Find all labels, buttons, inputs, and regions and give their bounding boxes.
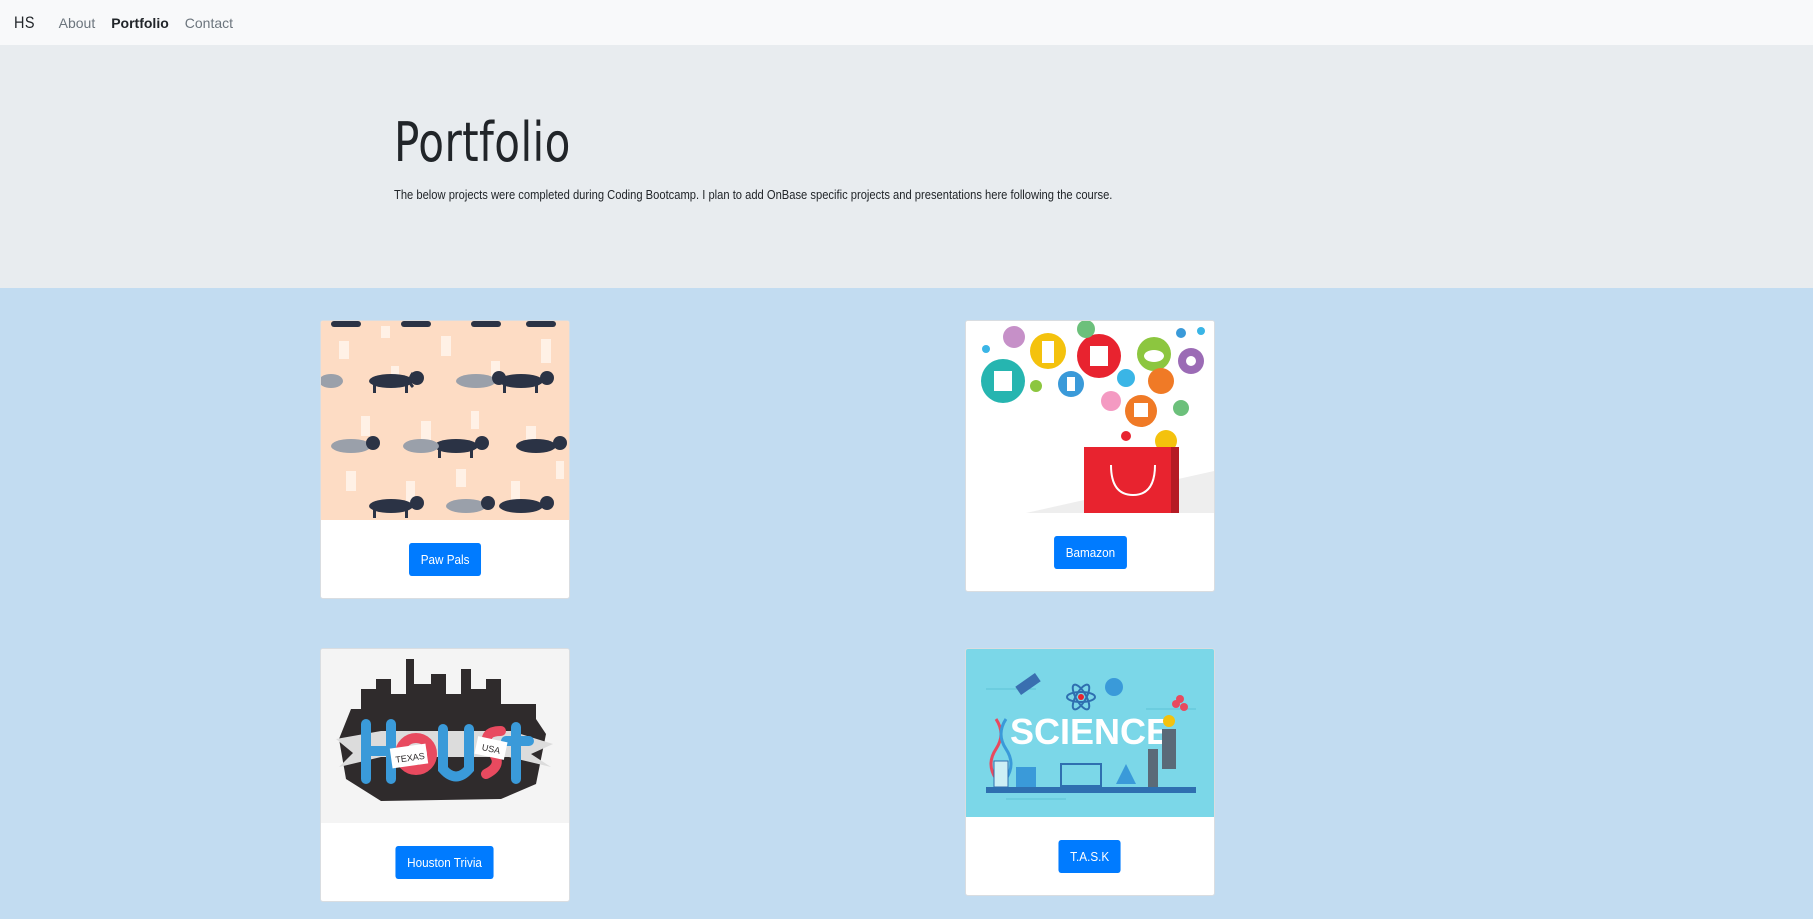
svg-text:SCIENCE: SCIENCE <box>1010 711 1170 752</box>
project-image-houston-trivia[interactable]: TEXAS USA <box>321 649 569 823</box>
project-card-task: SCIENCE T.A.S.K <box>965 648 1215 896</box>
project-image-task[interactable]: SCIENCE <box>966 649 1214 817</box>
project-card-houston-trivia: TEXAS USA Houston Trivia <box>320 648 570 902</box>
nav-link-about[interactable]: About <box>59 15 96 31</box>
bamazon-button[interactable]: Bamazon <box>1053 535 1127 569</box>
project-card-body: Houston Trivia <box>321 823 569 901</box>
project-card-body: T.A.S.K <box>966 817 1214 895</box>
nav-link-contact[interactable]: Contact <box>185 15 233 31</box>
paw-pals-button[interactable]: Paw Pals <box>408 542 482 576</box>
project-card-bamazon: Bamazon <box>965 320 1215 592</box>
nav-link-portfolio[interactable]: Portfolio <box>111 15 169 31</box>
page-description: The below projects were completed during… <box>394 187 1113 202</box>
project-image-bamazon[interactable] <box>966 321 1214 513</box>
project-card-body: Paw Pals <box>321 520 569 598</box>
navbar-brand[interactable]: HS <box>14 13 35 33</box>
project-card-body: Bamazon <box>966 513 1214 591</box>
navbar: HS About Portfolio Contact <box>0 0 1813 45</box>
page-title: Portfolio <box>394 111 571 174</box>
houston-trivia-button[interactable]: Houston Trivia <box>395 845 495 879</box>
task-button[interactable]: T.A.S.K <box>1058 839 1122 873</box>
project-image-paw-pals[interactable] <box>321 321 569 520</box>
project-card-paw-pals: Paw Pals <box>320 320 570 599</box>
nav-links: About Portfolio Contact <box>59 15 249 31</box>
jumbotron: Portfolio The below projects were comple… <box>0 45 1813 288</box>
